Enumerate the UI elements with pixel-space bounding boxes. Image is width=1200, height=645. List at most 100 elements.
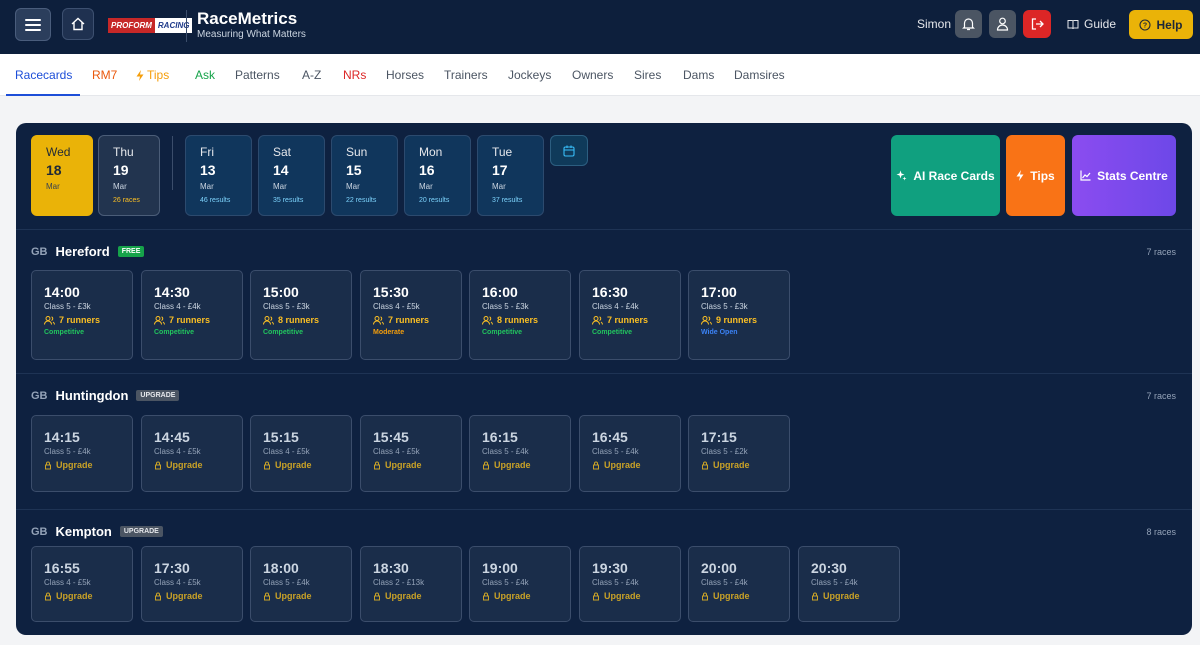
race-card[interactable]: 17:30 Class 4 - £5k Upgrade xyxy=(141,546,243,622)
races-count: 8 races xyxy=(1146,527,1176,537)
race-card[interactable]: 16:30 Class 4 - £4k 7 runners Competitiv… xyxy=(579,270,681,360)
day-tue[interactable]: Tue 17 Mar 37 results xyxy=(477,135,544,216)
menu-button[interactable] xyxy=(15,8,51,41)
nav-owners[interactable]: Owners xyxy=(572,68,613,82)
course-name[interactable]: Huntingdon xyxy=(56,388,129,403)
lock-icon xyxy=(155,592,161,600)
hamburger-icon xyxy=(25,18,41,31)
upgrade-badge: UPGRADE xyxy=(119,526,163,537)
tips-button[interactable]: Tips xyxy=(1006,135,1065,216)
nav-damsires[interactable]: Damsires xyxy=(734,68,785,82)
race-card[interactable]: 15:45 Class 4 - £5k Upgrade xyxy=(360,415,462,492)
notifications-button[interactable] xyxy=(955,10,982,38)
sparkle-icon xyxy=(896,170,907,181)
race-card[interactable]: 16:55 Class 4 - £5k Upgrade xyxy=(31,546,133,622)
help-label: Help xyxy=(1156,17,1183,32)
day-sun[interactable]: Sun 15 Mar 22 results xyxy=(331,135,398,216)
lightning-icon xyxy=(136,69,144,81)
lock-icon xyxy=(264,461,270,469)
nav-rm7[interactable]: RM7 xyxy=(92,68,117,82)
brand-name: RaceMetrics xyxy=(197,9,298,28)
free-badge: FREE xyxy=(117,246,145,257)
lock-icon xyxy=(155,461,161,469)
race-card[interactable]: 17:00 Class 5 - £3k 9 runners Wide Open xyxy=(688,270,790,360)
nav-dams[interactable]: Dams xyxy=(683,68,714,82)
meeting-kempton: GB Kempton UPGRADE 8 races 16:55 Class 4… xyxy=(16,509,1192,635)
guide-label: Guide xyxy=(1084,17,1117,31)
race-card[interactable]: 16:00 Class 5 - £3k 8 runners Competitiv… xyxy=(469,270,571,360)
stats-centre-button[interactable]: Stats Centre xyxy=(1072,135,1176,216)
meeting-hereford: GB Hereford FREE 7 races 14:00 Class 5 -… xyxy=(16,229,1192,373)
race-card[interactable]: 20:00 Class 5 - £4k Upgrade xyxy=(688,546,790,622)
nav-patterns[interactable]: Patterns xyxy=(235,68,280,82)
race-card[interactable]: 14:15 Class 5 - £4k Upgrade xyxy=(31,415,133,492)
top-bar: PROFORM RACING RaceMetrics Measuring Wha… xyxy=(0,0,1200,54)
calendar-button[interactable] xyxy=(550,135,588,166)
race-card[interactable]: 19:30 Class 5 - £4k Upgrade xyxy=(579,546,681,622)
nav-a-z[interactable]: A-Z xyxy=(302,68,321,82)
race-status: Competitive xyxy=(263,329,304,336)
race-card[interactable]: 14:30 Class 4 - £4k 7 runners Competitiv… xyxy=(141,270,243,360)
race-card[interactable]: 16:45 Class 5 - £4k Upgrade xyxy=(579,415,681,492)
lock-icon xyxy=(702,461,708,469)
svg-text:?: ? xyxy=(1143,22,1147,29)
races-count: 7 races xyxy=(1146,247,1176,257)
bell-icon xyxy=(962,18,975,31)
day-mon[interactable]: Mon 16 Mar 20 results xyxy=(404,135,471,216)
header-divider xyxy=(186,10,187,42)
day-divider xyxy=(172,136,173,190)
lock-icon xyxy=(593,461,599,469)
runners-icon xyxy=(701,315,712,325)
help-button[interactable]: ? Help xyxy=(1129,10,1193,39)
active-tab-indicator xyxy=(6,94,80,96)
race-card[interactable]: 17:15 Class 5 - £2k Upgrade xyxy=(688,415,790,492)
lock-icon xyxy=(483,592,489,600)
day-sat[interactable]: Sat 14 Mar 35 results xyxy=(258,135,325,216)
profile-button[interactable] xyxy=(989,10,1016,38)
race-status: Competitive xyxy=(482,329,523,336)
day-thu[interactable]: Thu 19 Mar 26 races xyxy=(98,135,160,216)
lock-icon xyxy=(374,592,380,600)
runners-icon xyxy=(44,315,55,325)
race-card[interactable]: 15:30 Class 4 - £5k 7 runners Moderate xyxy=(360,270,462,360)
day-wed[interactable]: Wed 18 Mar xyxy=(31,135,93,216)
day-fri[interactable]: Fri 13 Mar 46 results xyxy=(185,135,252,216)
ai-race-cards-label: AI Race Cards xyxy=(913,168,995,183)
race-status: Competitive xyxy=(154,329,195,336)
home-button[interactable] xyxy=(62,8,94,40)
race-card[interactable]: 14:45 Class 4 - £5k Upgrade xyxy=(141,415,243,492)
race-card[interactable]: 18:00 Class 5 - £4k Upgrade xyxy=(250,546,352,622)
race-status: Wide Open xyxy=(701,329,738,336)
race-card[interactable]: 15:15 Class 4 - £5k Upgrade xyxy=(250,415,352,492)
nav-trainers[interactable]: Trainers xyxy=(444,68,488,82)
nav-jockeys[interactable]: Jockeys xyxy=(508,68,551,82)
race-card[interactable]: 14:00 Class 5 - £3k 7 runners Competitiv… xyxy=(31,270,133,360)
meeting-huntingdon: GB Huntingdon UPGRADE 7 races 14:15 Clas… xyxy=(16,373,1192,509)
nav-horses[interactable]: Horses xyxy=(386,68,424,82)
races-count: 7 races xyxy=(1146,391,1176,401)
course-name[interactable]: Hereford xyxy=(56,244,110,259)
race-card[interactable]: 20:30 Class 5 - £4k Upgrade xyxy=(798,546,900,622)
guide-link[interactable]: Guide xyxy=(1067,17,1116,31)
race-card[interactable]: 16:15 Class 5 - £4k Upgrade xyxy=(469,415,571,492)
proform-racing-logo[interactable]: PROFORM RACING xyxy=(108,18,193,33)
nav-sires[interactable]: Sires xyxy=(634,68,661,82)
race-card[interactable]: 19:00 Class 5 - £4k Upgrade xyxy=(469,546,571,622)
runners-icon xyxy=(154,315,165,325)
nav-racecards[interactable]: Racecards xyxy=(15,68,72,82)
race-card[interactable]: 15:00 Class 5 - £3k 8 runners Competitiv… xyxy=(250,270,352,360)
user-icon xyxy=(996,17,1009,31)
lock-icon xyxy=(45,592,51,600)
nav-nrs[interactable]: NRs xyxy=(343,68,366,82)
chart-icon xyxy=(1080,170,1091,181)
nav-tips[interactable]: Tips xyxy=(136,68,169,82)
logout-button[interactable] xyxy=(1023,10,1051,38)
course-name[interactable]: Kempton xyxy=(56,524,112,539)
upgrade-badge: UPGRADE xyxy=(136,390,180,401)
race-card[interactable]: 18:30 Class 2 - £13k Upgrade xyxy=(360,546,462,622)
nav-ask[interactable]: Ask xyxy=(195,68,215,82)
ai-race-cards-button[interactable]: AI Race Cards xyxy=(891,135,1000,216)
race-status: Competitive xyxy=(592,329,633,336)
lock-icon xyxy=(264,592,270,600)
stats-centre-label: Stats Centre xyxy=(1097,168,1168,183)
